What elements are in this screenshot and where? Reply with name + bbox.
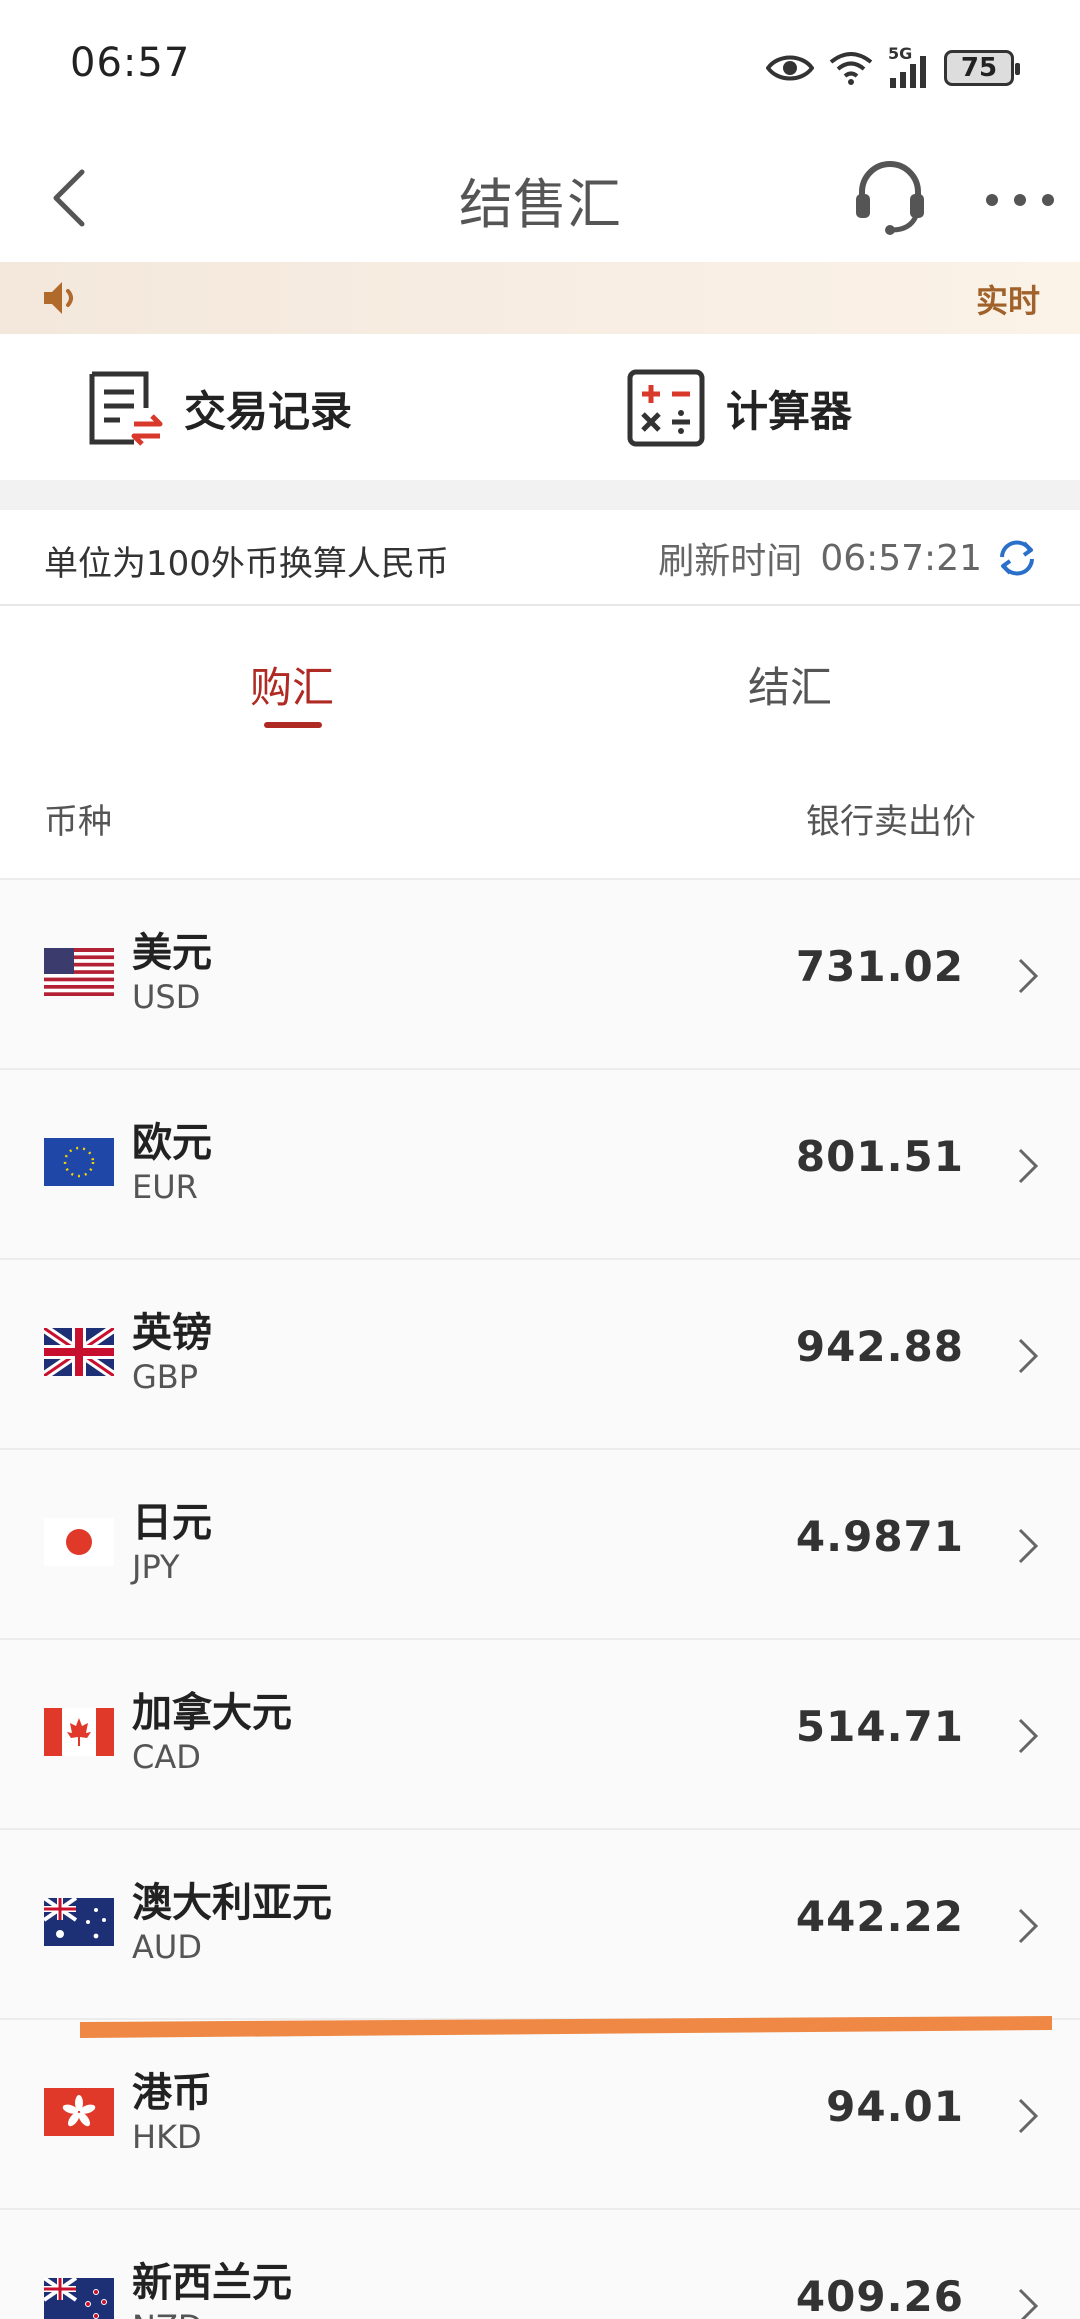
calculator-label: 计算器: [726, 386, 853, 436]
tab-active-indicator: [264, 722, 322, 728]
currency-price: 4.9871: [795, 1512, 964, 1561]
currency-name: 美元: [132, 930, 212, 976]
currency-name: 新西兰元: [132, 2260, 292, 2306]
currency-price: 94.01: [826, 2082, 964, 2131]
column-header: 币种 银行卖出价: [0, 758, 1080, 878]
headset-icon[interactable]: [848, 154, 932, 238]
refresh-icon[interactable]: [994, 535, 1040, 581]
currency-name: 日元: [132, 1500, 212, 1546]
transaction-records-button[interactable]: 交易记录: [84, 366, 352, 450]
calculator-icon: [627, 369, 705, 447]
chevron-right-icon: [1018, 2288, 1039, 2319]
network-type: 5G: [888, 44, 913, 63]
column-price: 银行卖出价: [806, 802, 976, 842]
speaker-icon: [44, 282, 73, 314]
currency-name: 英镑: [132, 1310, 212, 1356]
refresh-time: 06:57:21: [820, 537, 982, 579]
currency-name: 加拿大元: [132, 1690, 292, 1736]
flag-hkd-icon: [44, 2088, 114, 2136]
refresh-label: 刷新时间: [658, 541, 803, 582]
rate-row-nzd[interactable]: 新西兰元 NZD 409.26: [0, 2208, 1080, 2319]
section-divider: [0, 480, 1080, 510]
rate-row-usd[interactable]: 美元 USD 731.02: [0, 878, 1080, 1068]
eye-icon: [766, 55, 814, 81]
chevron-right-icon: [1018, 1908, 1039, 1944]
tool-shortcuts: 交易记录 计算器: [0, 334, 1080, 480]
flag-nzd-icon: [44, 2278, 114, 2319]
rate-row-aud[interactable]: 澳大利亚元 AUD 442.22: [0, 1828, 1080, 2018]
chevron-right-icon: [1018, 958, 1039, 994]
realtime-tag: 实时: [975, 282, 1040, 320]
chevron-right-icon: [1018, 2098, 1039, 2134]
flag-cad-icon: [44, 1708, 114, 1756]
flag-jpy-icon: [44, 1518, 114, 1566]
currency-name: 港币: [132, 2070, 212, 2116]
currency-name: 欧元: [132, 1120, 212, 1166]
currency-code: CAD: [132, 1738, 201, 1776]
notice-bar[interactable]: 实时: [0, 262, 1080, 334]
status-icons: 5G 75: [766, 40, 1020, 96]
currency-price: 514.71: [795, 1702, 964, 1751]
signal-indicator: 5G: [888, 44, 930, 88]
tab-sell[interactable]: 结汇: [690, 654, 890, 715]
rate-row-hkd[interactable]: 港币 HKD 94.01: [0, 2018, 1080, 2208]
status-time: 06:57: [70, 40, 191, 86]
wifi-icon: [829, 52, 873, 85]
status-bar: 06:57 5G 75: [0, 0, 1080, 130]
currency-price: 731.02: [795, 942, 964, 991]
chevron-right-icon: [1018, 1528, 1039, 1564]
chevron-right-icon: [1018, 1148, 1039, 1184]
chevron-right-icon: [1018, 1718, 1039, 1754]
rate-row-cad[interactable]: 加拿大元 CAD 514.71: [0, 1638, 1080, 1828]
currency-code: HKD: [132, 2118, 202, 2156]
exchange-tabs: 购汇 结汇: [0, 608, 1080, 758]
flag-aud-icon: [44, 1898, 114, 1946]
info-row: 单位为100外币换算人民币 刷新时间 06:57:21: [0, 510, 1080, 606]
currency-code: GBP: [132, 1358, 199, 1396]
records-icon: [89, 371, 163, 446]
transaction-records-label: 交易记录: [184, 386, 353, 436]
flag-usd-icon: [44, 948, 114, 996]
nav-bar: 结售汇: [0, 130, 1080, 260]
column-currency: 币种: [44, 802, 112, 842]
refresh-info: 刷新时间 06:57:21: [658, 532, 1040, 584]
currency-code: AUD: [132, 1928, 202, 1966]
currency-code: USD: [132, 978, 201, 1016]
currency-name: 澳大利亚元: [132, 1880, 332, 1926]
chevron-right-icon: [1018, 1338, 1039, 1374]
currency-code: NZD: [132, 2308, 203, 2319]
flag-gbp-icon: [44, 1328, 114, 1376]
currency-price: 942.88: [795, 1322, 964, 1371]
currency-price: 409.26: [795, 2272, 964, 2319]
flag-eur-icon: [44, 1138, 114, 1186]
calculator-button[interactable]: 计算器: [626, 366, 852, 450]
rate-row-gbp[interactable]: 英镑 GBP 942.88: [0, 1258, 1080, 1448]
currency-price: 442.22: [795, 1892, 964, 1941]
rate-row-jpy[interactable]: 日元 JPY 4.9871: [0, 1448, 1080, 1638]
rate-row-eur[interactable]: 欧元 EUR 801.51: [0, 1068, 1080, 1258]
unit-description: 单位为100外币换算人民币: [44, 544, 449, 584]
highlight-stroke: [80, 2016, 1052, 2038]
rate-list: 美元 USD 731.02 欧元 EUR 801.51 英镑 GBP 942.8…: [0, 878, 1080, 2319]
currency-price: 801.51: [795, 1132, 964, 1181]
battery-level: 75: [960, 53, 998, 83]
battery-icon: 75: [944, 50, 1020, 86]
more-icon[interactable]: [980, 170, 1060, 230]
tab-buy[interactable]: 购汇: [192, 654, 392, 715]
currency-code: EUR: [132, 1168, 198, 1206]
currency-code: JPY: [132, 1548, 180, 1586]
